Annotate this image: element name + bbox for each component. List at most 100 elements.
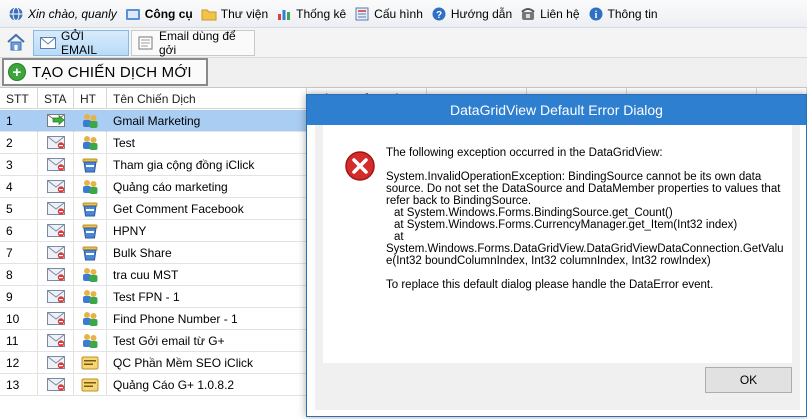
tab-send-email[interactable]: GỞI EMAIL — [33, 29, 129, 57]
svg-text:?: ? — [436, 10, 442, 21]
cell-stt: 13 — [0, 374, 38, 396]
header-campaign-name[interactable]: Tên Chiến Dịch — [107, 88, 307, 109]
cell-sta — [38, 110, 74, 132]
mail-stopped-icon — [47, 268, 65, 281]
plus-icon: + — [8, 63, 26, 81]
error-detail: System.InvalidOperationException: Bindin… — [386, 171, 786, 267]
menu-config[interactable]: Cấu hình — [352, 3, 429, 25]
mail-stopped-icon — [47, 246, 65, 259]
mail-stopped-icon — [47, 136, 65, 149]
help-icon: ? — [431, 6, 447, 22]
create-campaign-label: TẠO CHIẾN DỊCH MỚI — [32, 63, 192, 81]
people-icon — [81, 266, 99, 284]
config-icon — [354, 6, 370, 22]
cell-ht — [74, 242, 107, 264]
cell-ht — [74, 374, 107, 396]
user-globe-icon — [8, 6, 24, 22]
cell-ht — [74, 198, 107, 220]
menu-contact[interactable]: Liên hệ — [518, 3, 585, 25]
cell-stt: 7 — [0, 242, 38, 264]
menu-library[interactable]: Thư viện — [199, 3, 274, 25]
error-dialog: DataGridView Default Error Dialog The fo… — [306, 94, 807, 417]
cell-stt: 6 — [0, 220, 38, 242]
info-icon: i — [588, 6, 604, 22]
mail-stopped-icon — [47, 290, 65, 303]
menu-help[interactable]: ? Hướng dẫn — [429, 3, 518, 25]
cell-sta — [38, 132, 74, 154]
people-icon — [81, 178, 99, 196]
mail-run-icon — [47, 114, 65, 127]
error-detail-line: at System.Windows.Forms.BindingSource.ge… — [394, 207, 673, 219]
error-footer: To replace this default dialog please ha… — [386, 279, 714, 291]
dialog-body: The following exception occurred in the … — [315, 125, 800, 410]
cell-campaign-name: HPNY — [107, 220, 307, 242]
main-menu-bar: Xin chào, quanly Công cụ Thư viện Thống … — [0, 0, 807, 28]
menu-statistics[interactable]: Thống kê — [274, 3, 352, 25]
mail-stopped-icon — [47, 378, 65, 391]
cell-ht — [74, 220, 107, 242]
cell-campaign-name: Tham gia cộng đồng iClick — [107, 154, 307, 176]
menu-help-label: Hướng dẫn — [450, 6, 513, 21]
cell-stt: 5 — [0, 198, 38, 220]
header-sta[interactable]: STA — [38, 88, 74, 109]
cell-sta — [38, 352, 74, 374]
svg-text:i: i — [594, 10, 597, 21]
cell-campaign-name: Get Comment Facebook — [107, 198, 307, 220]
cell-sta — [38, 374, 74, 396]
mail-stopped-icon — [47, 224, 65, 237]
cell-campaign-name: QC Phần Mềm SEO iClick — [107, 352, 307, 374]
cell-campaign-name: Test Gởi email từ G+ — [107, 330, 307, 352]
bucket-icon — [81, 244, 99, 262]
home-icon[interactable] — [6, 33, 26, 51]
bucket-icon — [81, 222, 99, 240]
cell-campaign-name: Find Phone Number - 1 — [107, 308, 307, 330]
cell-ht — [74, 132, 107, 154]
tab-sender-emails-label: Email dùng để gởi — [159, 29, 236, 57]
email-list-icon — [138, 36, 154, 50]
error-detail-line: System.Windows.Forms.DataGridView.DataGr… — [386, 243, 784, 267]
toolbar: GỞI EMAIL Email dùng để gởi — [0, 28, 807, 58]
cell-campaign-name: Gmail Marketing — [107, 110, 307, 132]
cell-campaign-name: Test — [107, 132, 307, 154]
cell-stt: 1 — [0, 110, 38, 132]
cell-campaign-name: Quảng Cáo G+ 1.0.8.2 — [107, 374, 307, 396]
mail-stopped-icon — [47, 312, 65, 325]
error-detail-line: System.InvalidOperationException: Bindin… — [386, 171, 781, 207]
cell-ht — [74, 286, 107, 308]
cell-ht — [74, 154, 107, 176]
menu-info[interactable]: i Thông tin — [586, 3, 664, 25]
error-icon — [344, 150, 376, 182]
people-icon — [81, 112, 99, 130]
people-icon — [81, 310, 99, 328]
cell-sta — [38, 176, 74, 198]
header-stt[interactable]: STT — [0, 88, 38, 109]
header-ht[interactable]: HT — [74, 88, 107, 109]
cell-campaign-name: Test FPN - 1 — [107, 286, 307, 308]
cell-stt: 10 — [0, 308, 38, 330]
create-campaign-button[interactable]: + TẠO CHIẾN DỊCH MỚI — [2, 58, 208, 86]
cell-stt: 8 — [0, 264, 38, 286]
send-email-icon — [40, 36, 56, 50]
mail-stopped-icon — [47, 334, 65, 347]
cell-stt: 2 — [0, 132, 38, 154]
people-icon — [81, 288, 99, 306]
cell-sta — [38, 154, 74, 176]
cell-sta — [38, 264, 74, 286]
menu-statistics-label: Thống kê — [296, 6, 347, 21]
card-icon — [81, 354, 99, 372]
cell-ht — [74, 264, 107, 286]
tab-sender-emails[interactable]: Email dùng để gởi — [131, 29, 255, 57]
mail-stopped-icon — [47, 158, 65, 171]
menu-tools-label: Công cụ — [144, 6, 193, 21]
cell-campaign-name: Bulk Share — [107, 242, 307, 264]
menu-tools[interactable]: Công cụ — [123, 3, 199, 25]
ok-button[interactable]: OK — [705, 367, 792, 393]
cell-sta — [38, 242, 74, 264]
menu-config-label: Cấu hình — [374, 6, 423, 21]
cell-sta — [38, 286, 74, 308]
cell-stt: 9 — [0, 286, 38, 308]
cell-sta — [38, 198, 74, 220]
cell-campaign-name: Quảng cáo marketing — [107, 176, 307, 198]
menu-greeting[interactable]: Xin chào, quanly — [6, 3, 123, 25]
phone-icon — [520, 6, 536, 22]
